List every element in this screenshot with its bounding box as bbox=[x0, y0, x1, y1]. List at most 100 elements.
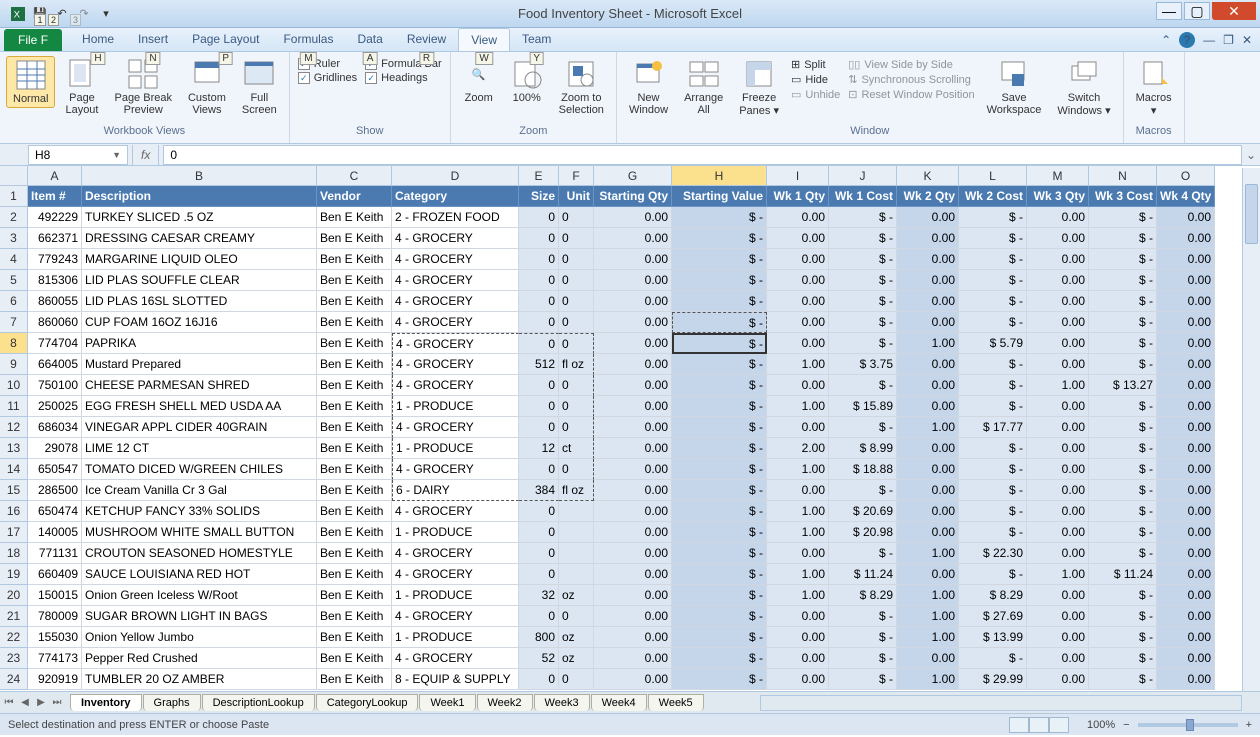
hide-button[interactable]: ▭ Hide bbox=[791, 73, 840, 86]
save-workspace-button[interactable]: Save Workspace bbox=[981, 56, 1048, 118]
cell[interactable]: 664005 bbox=[28, 354, 82, 375]
header-cell[interactable]: Wk 3 Qty bbox=[1027, 186, 1089, 207]
cell[interactable]: Ben E Keith bbox=[317, 396, 392, 417]
cell[interactable]: 4 - GROCERY bbox=[392, 648, 519, 669]
cell[interactable]: 4 - GROCERY bbox=[392, 228, 519, 249]
cell[interactable]: $ - bbox=[1089, 606, 1157, 627]
macros-button[interactable]: Macros ▾ bbox=[1130, 56, 1178, 119]
cell[interactable]: 0 bbox=[559, 459, 594, 480]
cell[interactable]: 0.00 bbox=[1157, 375, 1215, 396]
cell[interactable]: 0.00 bbox=[1027, 501, 1089, 522]
cell[interactable]: $ - bbox=[829, 312, 897, 333]
cell[interactable]: $ - bbox=[672, 522, 767, 543]
cell[interactable]: 0 bbox=[559, 396, 594, 417]
cell[interactable]: 512 bbox=[519, 354, 559, 375]
cell[interactable]: $ - bbox=[829, 480, 897, 501]
cell[interactable]: 0.00 bbox=[1157, 207, 1215, 228]
cell[interactable]: 140005 bbox=[28, 522, 82, 543]
cell[interactable]: 150015 bbox=[28, 585, 82, 606]
column-header-L[interactable]: L bbox=[959, 166, 1027, 186]
cell[interactable]: 4 - GROCERY bbox=[392, 291, 519, 312]
cell[interactable]: 0.00 bbox=[897, 396, 959, 417]
cell[interactable]: $ - bbox=[959, 249, 1027, 270]
header-cell[interactable]: Wk 2 Qty bbox=[897, 186, 959, 207]
cell[interactable]: 0 bbox=[519, 669, 559, 690]
cell[interactable]: $ 3.75 bbox=[829, 354, 897, 375]
cell[interactable]: $ 29.99 bbox=[959, 669, 1027, 690]
cell[interactable]: fl oz bbox=[559, 354, 594, 375]
cell[interactable]: $ - bbox=[672, 627, 767, 648]
cell[interactable]: 0 bbox=[559, 669, 594, 690]
cell[interactable]: 0.00 bbox=[594, 606, 672, 627]
cell[interactable]: 0.00 bbox=[767, 333, 829, 354]
tab-data[interactable]: DataA bbox=[345, 28, 394, 51]
cell[interactable]: 4 - GROCERY bbox=[392, 249, 519, 270]
cell[interactable]: 0.00 bbox=[897, 270, 959, 291]
cell[interactable]: $ - bbox=[829, 270, 897, 291]
cell[interactable]: $ 8.99 bbox=[829, 438, 897, 459]
cell[interactable]: SAUCE LOUISIANA RED HOT bbox=[82, 564, 317, 585]
cell[interactable]: 0 bbox=[559, 291, 594, 312]
cell[interactable]: $ - bbox=[1089, 249, 1157, 270]
cell[interactable]: 0 bbox=[559, 270, 594, 291]
sheet-nav-first-icon[interactable]: ⏮ bbox=[2, 697, 16, 708]
cell[interactable]: 0.00 bbox=[1027, 417, 1089, 438]
cell[interactable]: 0.00 bbox=[1027, 648, 1089, 669]
cell[interactable]: 0.00 bbox=[897, 648, 959, 669]
cell[interactable]: 0.00 bbox=[897, 312, 959, 333]
cell[interactable]: 4 - GROCERY bbox=[392, 606, 519, 627]
page-layout-shortcut-icon[interactable] bbox=[1029, 717, 1049, 733]
cell[interactable]: 0.00 bbox=[1157, 648, 1215, 669]
cell[interactable]: 920919 bbox=[28, 669, 82, 690]
cell[interactable]: 650474 bbox=[28, 501, 82, 522]
cell[interactable]: $ - bbox=[959, 312, 1027, 333]
cell[interactable]: 1.00 bbox=[767, 564, 829, 585]
row-header-12[interactable]: 12 bbox=[0, 417, 28, 438]
sheet-tab-week3[interactable]: Week3 bbox=[534, 694, 590, 711]
cell[interactable]: $ 18.88 bbox=[829, 459, 897, 480]
cell[interactable]: 0 bbox=[519, 417, 559, 438]
cell[interactable]: 0.00 bbox=[594, 438, 672, 459]
cell[interactable]: 0.00 bbox=[1157, 606, 1215, 627]
cell[interactable]: 1.00 bbox=[897, 333, 959, 354]
column-header-D[interactable]: D bbox=[392, 166, 519, 186]
header-cell[interactable]: Unit bbox=[559, 186, 594, 207]
cell[interactable]: 0.00 bbox=[1157, 270, 1215, 291]
row-header-24[interactable]: 24 bbox=[0, 669, 28, 690]
cell[interactable]: 0 bbox=[519, 228, 559, 249]
cell[interactable]: 0.00 bbox=[1027, 228, 1089, 249]
cell[interactable]: 0.00 bbox=[1027, 606, 1089, 627]
formula-input[interactable]: 0 bbox=[163, 145, 1242, 165]
page-layout-button[interactable]: Page Layout bbox=[59, 56, 104, 118]
cell[interactable]: 0.00 bbox=[767, 648, 829, 669]
cell[interactable]: Ben E Keith bbox=[317, 606, 392, 627]
cell[interactable]: 492229 bbox=[28, 207, 82, 228]
sheet-tab-week5[interactable]: Week5 bbox=[648, 694, 704, 711]
cell[interactable]: 0.00 bbox=[1157, 396, 1215, 417]
cell[interactable]: 0.00 bbox=[897, 207, 959, 228]
cell[interactable]: 0.00 bbox=[594, 228, 672, 249]
cell[interactable]: 0.00 bbox=[767, 270, 829, 291]
cell[interactable]: 0.00 bbox=[1027, 207, 1089, 228]
split-button[interactable]: ⊞ Split bbox=[791, 58, 840, 71]
cell[interactable]: $ - bbox=[1089, 501, 1157, 522]
tab-formulas[interactable]: FormulasM bbox=[271, 28, 345, 51]
cell[interactable]: 384 bbox=[519, 480, 559, 501]
cell[interactable]: 0.00 bbox=[594, 207, 672, 228]
cell[interactable]: $ - bbox=[959, 396, 1027, 417]
cell[interactable]: 1.00 bbox=[897, 585, 959, 606]
cell[interactable]: $ - bbox=[959, 480, 1027, 501]
cell[interactable]: 4 - GROCERY bbox=[392, 501, 519, 522]
cell[interactable]: 1.00 bbox=[767, 585, 829, 606]
cell[interactable]: 6 - DAIRY bbox=[392, 480, 519, 501]
cell[interactable]: 0.00 bbox=[1157, 459, 1215, 480]
cell[interactable]: Ben E Keith bbox=[317, 270, 392, 291]
cell[interactable]: Ben E Keith bbox=[317, 669, 392, 690]
cell[interactable]: $ 22.30 bbox=[959, 543, 1027, 564]
cell[interactable]: $ - bbox=[672, 438, 767, 459]
cell[interactable]: 4 - GROCERY bbox=[392, 312, 519, 333]
row-header-9[interactable]: 9 bbox=[0, 354, 28, 375]
header-cell[interactable]: Category bbox=[392, 186, 519, 207]
cell[interactable]: Ben E Keith bbox=[317, 543, 392, 564]
cell[interactable]: $ - bbox=[829, 606, 897, 627]
